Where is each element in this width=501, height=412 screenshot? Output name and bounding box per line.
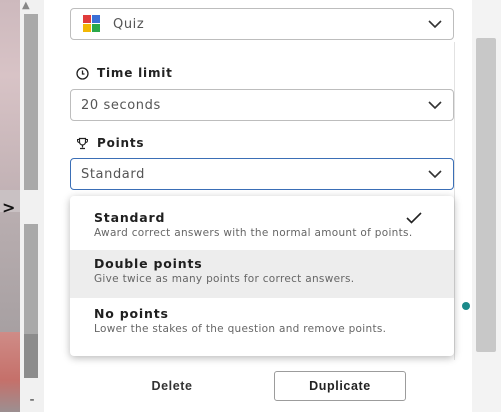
trophy-icon bbox=[77, 137, 88, 149]
delete-button[interactable]: Delete bbox=[128, 374, 216, 398]
option-title: Standard bbox=[94, 210, 166, 225]
chevron-down-icon bbox=[428, 20, 442, 29]
quiz-grid-icon bbox=[83, 15, 101, 33]
option-description: Give twice as many points for correct an… bbox=[94, 273, 355, 285]
left-strip-segment bbox=[0, 332, 20, 412]
time-limit-value: 20 seconds bbox=[81, 97, 161, 113]
points-label: Points bbox=[76, 136, 144, 150]
points-dropdown-menu: Standard Award correct answers with the … bbox=[70, 196, 454, 356]
gutter-scroll-thumb[interactable] bbox=[24, 224, 38, 334]
duplicate-button[interactable]: Duplicate bbox=[274, 371, 406, 401]
scroll-up-arrow-icon[interactable]: ▲ bbox=[22, 0, 30, 11]
time-limit-label-text: Time limit bbox=[97, 66, 173, 80]
chevron-down-icon bbox=[428, 101, 442, 110]
teal-indicator-dot bbox=[462, 302, 470, 310]
points-select[interactable]: Standard bbox=[70, 158, 454, 190]
points-option-double[interactable]: Double points Give twice as many points … bbox=[70, 250, 454, 298]
option-description: Award correct answers with the normal am… bbox=[94, 227, 413, 239]
clock-icon bbox=[76, 66, 89, 80]
chevron-down-icon bbox=[428, 170, 442, 179]
left-strip-segment bbox=[0, 212, 20, 332]
left-strip-segment bbox=[0, 0, 20, 190]
option-title: No points bbox=[94, 306, 169, 321]
gutter-scroll-thumb[interactable] bbox=[24, 14, 38, 190]
gutter-scroll-thumb[interactable] bbox=[24, 334, 38, 378]
collapse-minus-icon[interactable]: - bbox=[20, 392, 44, 408]
time-limit-label: Time limit bbox=[76, 66, 173, 80]
expand-panel-arrow-icon[interactable]: > bbox=[2, 198, 15, 217]
points-option-none[interactable]: No points Lower the stakes of the questi… bbox=[70, 300, 454, 348]
question-type-value: Quiz bbox=[113, 16, 145, 32]
time-limit-select[interactable]: 20 seconds bbox=[70, 89, 454, 121]
scrollbar-thumb[interactable] bbox=[476, 38, 496, 352]
question-type-select[interactable]: Quiz bbox=[70, 8, 454, 40]
points-label-text: Points bbox=[97, 136, 145, 150]
divider bbox=[454, 42, 455, 360]
points-value: Standard bbox=[81, 166, 145, 182]
option-description: Lower the stakes of the question and rem… bbox=[94, 323, 387, 335]
option-title: Double points bbox=[94, 256, 203, 271]
points-option-standard[interactable]: Standard Award correct answers with the … bbox=[70, 204, 454, 250]
checkmark-icon bbox=[406, 212, 422, 224]
